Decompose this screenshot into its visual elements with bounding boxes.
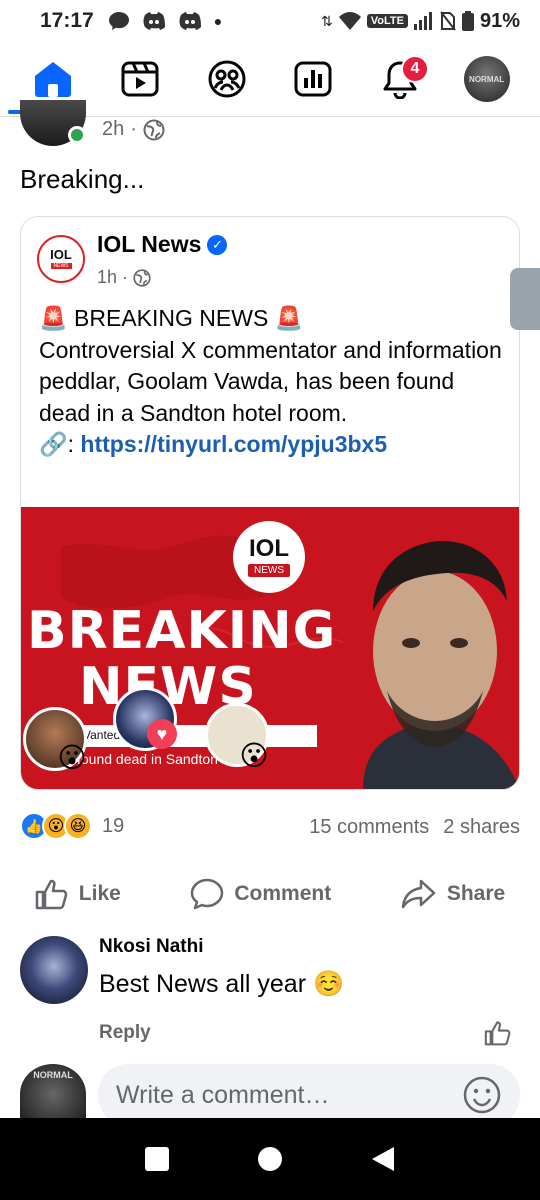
nav-notifications[interactable]: 4 — [365, 49, 435, 109]
reactions-summary[interactable]: 👍 😮 😆 19 — [20, 812, 124, 840]
back-icon[interactable] — [370, 1145, 396, 1173]
notification-icons: ● — [108, 11, 222, 31]
headline-text: BREAKING NEWS — [74, 305, 269, 331]
profile-avatar: NORMAL — [463, 56, 510, 102]
wifi-icon — [338, 12, 361, 30]
discord-icon-2 — [179, 12, 201, 30]
more-dot-icon: ● — [213, 13, 223, 29]
headline-line: 🚨 BREAKING NEWS 🚨 — [39, 303, 507, 335]
volte-badge: VoLTE — [366, 14, 408, 28]
iol-news-logo[interactable]: IOL NEWS — [37, 235, 85, 283]
image-caption-strip-2: found dead in Sandton — [77, 751, 218, 767]
post-meta: 2h · — [102, 118, 165, 141]
image-logo-sub: NEWS — [248, 564, 290, 577]
article-link[interactable]: https://tinyurl.com/ypju3bx5 — [80, 431, 387, 457]
shared-separator: · — [122, 267, 129, 287]
image-caption-strip: Vanted ... nt u — [77, 725, 317, 747]
chart-icon — [294, 61, 332, 97]
iol-logo-text: IOL — [50, 247, 72, 262]
commenter-name[interactable]: Nkosi Nathi — [99, 936, 204, 958]
my-avatar[interactable]: NORMAL — [20, 1064, 86, 1124]
comment-label: Comment — [234, 882, 332, 905]
reaction-count: 19 — [102, 814, 125, 837]
nav-dashboard[interactable] — [278, 49, 348, 109]
comments-count[interactable]: 15 comments — [309, 816, 429, 839]
notification-badge: 4 — [400, 55, 429, 83]
verified-badge-icon: ✓ — [207, 234, 228, 255]
shared-meta: 1h · — [97, 267, 151, 288]
status-time: 17:17 — [40, 9, 94, 32]
shares-count[interactable]: 2 shares — [443, 816, 520, 839]
globe-icon — [143, 119, 165, 140]
no-sim-icon — [440, 11, 456, 31]
shared-time[interactable]: 1h — [97, 267, 117, 288]
wow-reaction-icon-2: 😮 — [239, 740, 269, 771]
person-photo — [343, 531, 519, 789]
share-button[interactable]: Share — [401, 878, 505, 910]
shared-page-name[interactable]: IOL News ✓ — [97, 231, 228, 258]
system-navigation-bar — [0, 1118, 540, 1200]
like-label: Like — [78, 882, 121, 905]
nav-friends[interactable] — [192, 49, 262, 109]
nav-video[interactable] — [105, 49, 175, 109]
link-emoji: 🔗 — [39, 431, 68, 457]
discord-icon — [143, 12, 165, 30]
commenter-avatar[interactable] — [20, 936, 88, 1004]
status-right: ⇅ VoLTE 91% — [321, 10, 520, 33]
share-icon — [401, 879, 436, 909]
link-separator: : — [67, 431, 75, 457]
comment-input[interactable]: Write a comment… — [98, 1064, 520, 1126]
globe-icon — [133, 268, 151, 287]
siren-emoji: 🚨 — [39, 305, 68, 331]
emoji-icon[interactable] — [462, 1075, 502, 1115]
image-iol-logo: IOL NEWS — [233, 521, 305, 593]
wow-reaction-icon: 😮 — [57, 742, 87, 773]
nav-profile[interactable]: NORMAL — [452, 49, 522, 109]
haha-reaction-icon: 😆 — [64, 812, 92, 840]
home-circle-icon[interactable] — [257, 1146, 283, 1172]
post-time[interactable]: 2h — [102, 118, 124, 141]
battery-icon — [461, 11, 474, 31]
page-name-text: IOL News — [97, 231, 202, 257]
chat-icon — [108, 12, 129, 30]
siren-emoji: 🚨 — [274, 305, 304, 331]
shared-post-body: 🚨 BREAKING NEWS 🚨 Controversial X commen… — [39, 303, 507, 461]
like-button[interactable]: Like — [35, 878, 121, 910]
body-text: Controversial X commentator and informat… — [39, 336, 502, 426]
share-label: Share — [446, 882, 506, 905]
data-arrows-icon: ⇅ — [321, 12, 333, 29]
comment-input-placeholder: Write a comment… — [116, 1080, 330, 1109]
post-actions: Like Comment Share — [0, 866, 540, 922]
reply-button[interactable]: Reply — [99, 1022, 151, 1044]
image-breaking-text: BREAKING — [27, 601, 337, 661]
post-stats: 15 comments 2 shares — [309, 816, 520, 839]
iol-logo-sub: NEWS — [50, 263, 72, 269]
shared-post-card[interactable]: IOL NEWS IOL News ✓ 1h · 🚨 BREAKING NEWS… — [20, 216, 520, 790]
home-icon — [35, 62, 72, 97]
heart-reaction-icon: ♥ — [147, 719, 177, 749]
online-status-dot — [68, 126, 86, 144]
news-image[interactable]: IOL NEWS BREAKING NEWS Vanted ... nt u f… — [21, 507, 519, 789]
link-line: 🔗: https://tinyurl.com/ypju3bx5 — [39, 429, 507, 461]
post-separator: · — [130, 118, 137, 140]
status-bar: 17:17 ● ⇅ VoLTE 91% — [0, 0, 540, 42]
video-icon — [121, 61, 159, 97]
recents-icon[interactable] — [144, 1146, 170, 1172]
side-scroll-handle[interactable] — [510, 268, 540, 330]
battery-level: 91% — [479, 9, 520, 32]
thumbs-up-icon — [35, 879, 68, 910]
thumbs-up-icon — [484, 1021, 511, 1046]
signal-icon — [413, 12, 432, 30]
comment-icon — [191, 878, 224, 910]
comment-text: Best News all year ☺️ — [99, 970, 345, 998]
comment-button[interactable]: Comment — [190, 878, 331, 910]
comment-like-button[interactable] — [484, 1020, 512, 1051]
post-text: Breaking... — [20, 164, 145, 194]
image-logo-text: IOL — [249, 535, 289, 562]
friends-icon — [208, 60, 246, 98]
